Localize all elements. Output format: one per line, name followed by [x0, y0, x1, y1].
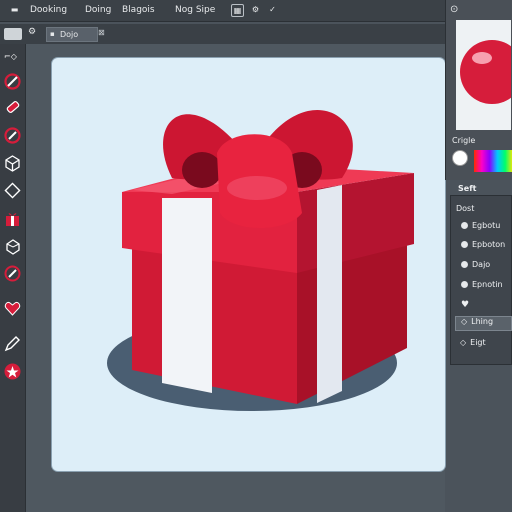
layer-row[interactable]: Egbotu: [455, 221, 512, 236]
radio-icon: [461, 222, 468, 229]
box-icon[interactable]: [3, 237, 22, 256]
heart-icon: ♥: [461, 300, 470, 310]
menu-item-blagois[interactable]: Blagois: [122, 5, 155, 15]
check-icon[interactable]: ✓: [266, 4, 279, 17]
ribbon-front: [162, 198, 212, 393]
properties-panel: ⊙ Crigle Seft: [445, 0, 512, 193]
gift-box-illustration: [107, 109, 414, 411]
layer-row[interactable]: Dajo: [455, 260, 512, 275]
canvas[interactable]: [52, 58, 445, 471]
layer-row[interactable]: ♥: [455, 300, 512, 315]
folder-icon[interactable]: [4, 28, 22, 40]
menu-bar: Dooking Doing Blagois Nog Sipe ▦ ⚙ ✓ ▬: [0, 0, 512, 22]
grid-icon[interactable]: ▦: [231, 4, 244, 17]
menu-item-doing[interactable]: Doing: [85, 5, 111, 15]
diamond-icon: ◇: [461, 317, 468, 326]
layer-row[interactable]: Epboton: [455, 240, 512, 255]
heart-icon[interactable]: [3, 299, 22, 318]
eye-icon[interactable]: ⊙: [450, 4, 458, 15]
ribbon-right: [317, 185, 342, 403]
menu-item-dooking[interactable]: Dooking: [30, 5, 67, 15]
block-icon[interactable]: [3, 126, 22, 145]
pencil-icon[interactable]: [3, 334, 22, 353]
no-entry-icon[interactable]: [3, 72, 22, 91]
eraser-icon[interactable]: [3, 98, 22, 117]
menu-item-nog-sipe[interactable]: Nog Sipe: [175, 5, 215, 15]
document-icon: ▪: [50, 30, 55, 38]
tab-bar: ⚙ ▪ Dojo ⊠: [0, 24, 445, 44]
color-swatch[interactable]: [452, 150, 468, 166]
canvas-area: [26, 44, 445, 512]
svg-text:⌐◇: ⌐◇: [4, 52, 18, 61]
cube-icon[interactable]: [3, 154, 22, 173]
tool-bar: ⌐◇: [0, 44, 26, 512]
close-icon[interactable]: ⊠: [98, 28, 105, 37]
diamond-icon: ◇: [460, 338, 467, 347]
tab-label: Dojo: [60, 30, 79, 39]
app-icon[interactable]: ▬: [8, 4, 21, 17]
pen-icon[interactable]: [3, 264, 22, 283]
radio-icon: [461, 261, 468, 268]
tab-dojo[interactable]: ▪ Dojo: [46, 27, 98, 42]
layer-row[interactable]: Epnotin: [455, 280, 512, 295]
diamond-icon[interactable]: [3, 181, 22, 200]
radio-icon: [461, 281, 468, 288]
settings-icon[interactable]: ⚙: [249, 4, 262, 17]
panel-title: Crigle: [452, 136, 476, 145]
preview-box: [456, 20, 512, 130]
color-spectrum[interactable]: [474, 150, 512, 172]
settings-icon[interactable]: ⚙: [28, 27, 36, 37]
star-icon[interactable]: [3, 362, 22, 381]
radio-icon: [461, 241, 468, 248]
bow-left-hole: [182, 152, 222, 188]
sphere-preview: [460, 40, 512, 104]
layer-row[interactable]: ◇ Eigt: [455, 338, 512, 353]
layers-section-title: Dost: [456, 204, 475, 213]
shapes-tool-icon[interactable]: ⌐◇: [3, 48, 22, 67]
swatch-label: Seft: [458, 184, 477, 193]
gift-icon[interactable]: [3, 209, 22, 228]
layer-row-selected[interactable]: ◇ Lhing: [455, 316, 512, 331]
bow-highlight: [227, 176, 287, 200]
